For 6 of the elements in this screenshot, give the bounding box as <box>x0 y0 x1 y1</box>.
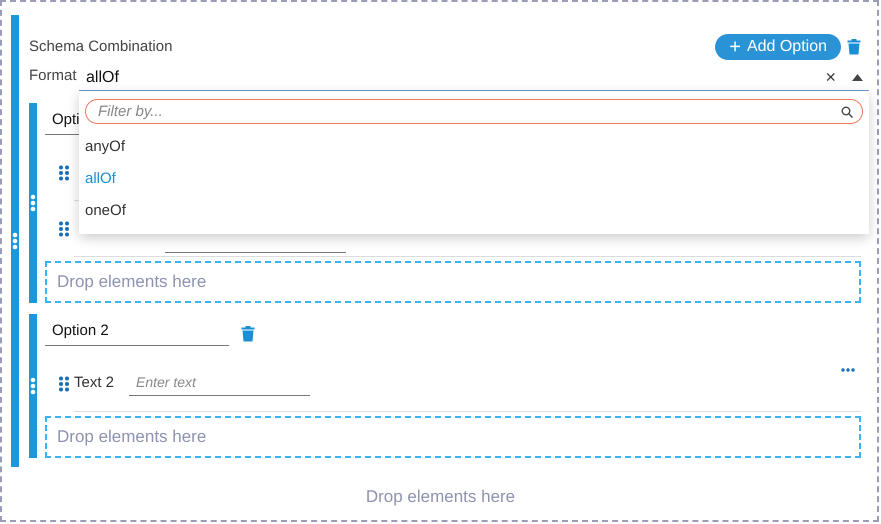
drop-zone: Drop elements here <box>45 261 861 303</box>
drop-zone: Drop elements here <box>45 416 861 458</box>
field-label: Text 2 <box>74 373 116 394</box>
drop-zone: Drop elements here <box>366 486 516 508</box>
format-label: Format <box>29 66 78 86</box>
section-title: Schema Combination <box>29 36 172 57</box>
